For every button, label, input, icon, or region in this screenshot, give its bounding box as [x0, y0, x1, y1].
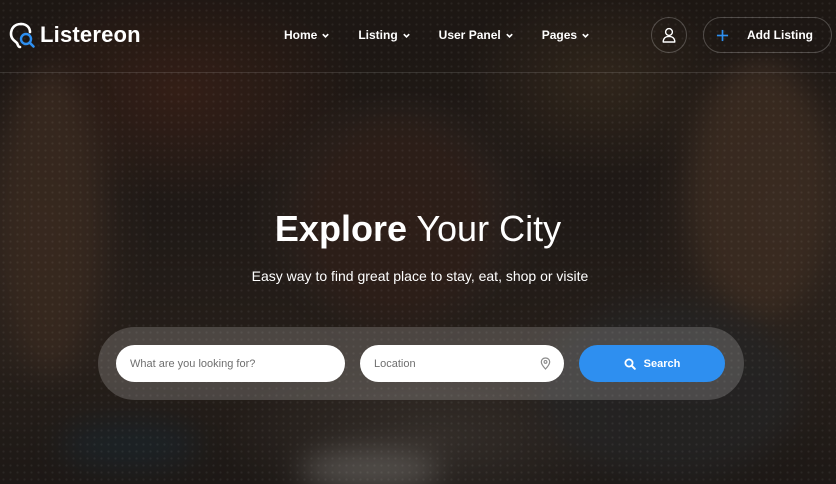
logo-text: Listereon	[40, 22, 141, 47]
page-subtitle: Easy way to find great place to stay, ea…	[251, 268, 589, 284]
page-title: Explore Your City	[0, 206, 836, 252]
nav-item-user-panel[interactable]: User Panel	[439, 28, 514, 42]
nav-item-label: Listing	[358, 28, 398, 42]
title-strong: Explore	[274, 208, 407, 249]
user-account-button[interactable]	[651, 17, 687, 53]
site-header: Listereon Home Listing User Panel Pages	[0, 0, 836, 73]
location-pin-icon	[540, 357, 551, 370]
user-icon	[662, 27, 676, 43]
plus-icon	[716, 29, 729, 41]
nav-item-home[interactable]: Home	[284, 28, 330, 42]
location-field[interactable]	[360, 345, 564, 382]
logo[interactable]: Listereon	[8, 20, 141, 50]
keyword-field[interactable]	[116, 345, 345, 382]
nav-item-listing[interactable]: Listing	[358, 28, 410, 42]
main-nav: Home Listing User Panel Pages	[284, 28, 618, 42]
search-button[interactable]: Search	[579, 345, 725, 382]
nav-item-pages[interactable]: Pages	[542, 28, 590, 42]
chevron-down-icon	[402, 33, 410, 38]
chevron-down-icon	[505, 33, 513, 38]
search-button-label: Search	[643, 357, 681, 370]
keyword-input[interactable]	[116, 345, 345, 382]
title-rest: Your City	[416, 208, 562, 249]
add-listing-label: Add Listing	[747, 28, 813, 42]
chevron-down-icon	[582, 33, 589, 38]
add-listing-button[interactable]: Add Listing	[703, 17, 832, 53]
search-icon	[624, 358, 636, 370]
nav-item-label: Home	[284, 28, 318, 42]
nav-item-label: Pages	[541, 28, 578, 42]
nav-item-label: User Panel	[438, 28, 501, 42]
location-input[interactable]	[360, 345, 564, 382]
chevron-down-icon	[322, 33, 330, 38]
logo-icon	[8, 20, 36, 50]
